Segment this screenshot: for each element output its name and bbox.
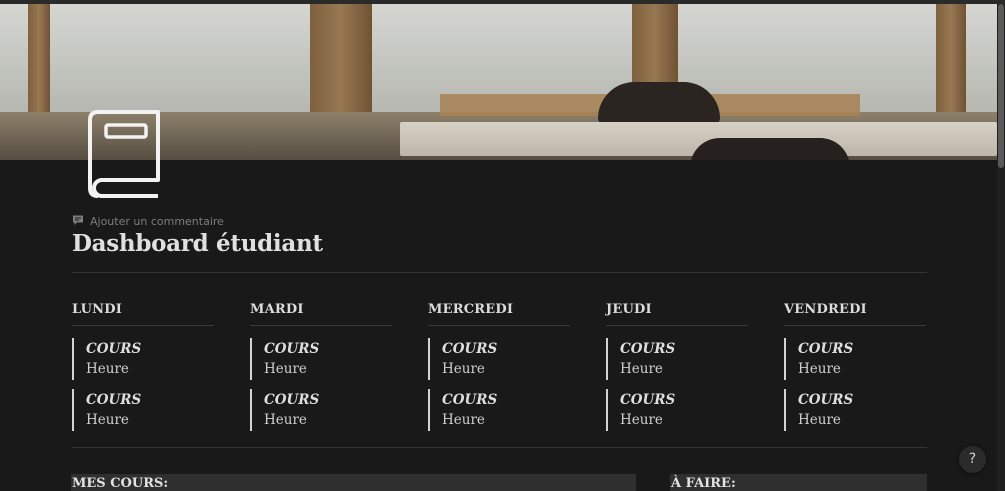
course-name: COURS xyxy=(620,392,676,408)
course-time: Heure xyxy=(620,361,663,377)
day-heading: MARDI xyxy=(250,296,392,326)
day-column-vendredi: VENDREDI COURS Heure COURS Heure xyxy=(784,296,926,431)
day-column-jeudi: JEUDI COURS Heure COURS Heure xyxy=(606,296,748,431)
book-icon[interactable] xyxy=(86,108,164,198)
add-comment-button[interactable]: Ajouter un commentaire xyxy=(72,213,224,229)
course-name: COURS xyxy=(86,392,142,408)
course-name: COURS xyxy=(798,392,854,408)
course-slot[interactable]: COURS Heure xyxy=(72,338,214,380)
title-divider xyxy=(72,272,927,273)
page-title[interactable]: Dashboard étudiant xyxy=(72,230,323,257)
course-name: COURS xyxy=(264,341,320,357)
day-heading: JEUDI xyxy=(606,296,748,326)
course-time: Heure xyxy=(620,412,663,428)
course-slot[interactable]: COURS Heure xyxy=(606,389,748,431)
todo-heading[interactable]: À FAIRE: xyxy=(670,474,927,491)
course-name: COURS xyxy=(86,341,142,357)
course-time: Heure xyxy=(798,412,841,428)
course-slot[interactable]: COURS Heure xyxy=(606,338,748,380)
course-name: COURS xyxy=(264,392,320,408)
schedule-divider xyxy=(72,447,927,448)
course-slot[interactable]: COURS Heure xyxy=(428,389,570,431)
course-time: Heure xyxy=(264,412,307,428)
course-slot[interactable]: COURS Heure xyxy=(784,338,926,380)
day-column-mercredi: MERCREDI COURS Heure COURS Heure xyxy=(428,296,570,431)
my-courses-heading[interactable]: MES COURS: xyxy=(71,474,636,491)
day-column-mardi: MARDI COURS Heure COURS Heure xyxy=(250,296,392,431)
day-heading: LUNDI xyxy=(72,296,214,326)
course-slot[interactable]: COURS Heure xyxy=(784,389,926,431)
course-time: Heure xyxy=(86,412,129,428)
course-time: Heure xyxy=(798,361,841,377)
course-name: COURS xyxy=(620,341,676,357)
scrollbar-thumb[interactable] xyxy=(998,4,1004,168)
help-button[interactable]: ? xyxy=(959,446,986,473)
course-time: Heure xyxy=(86,361,129,377)
weekly-schedule: LUNDI COURS Heure COURS Heure MARDI COUR… xyxy=(72,296,928,436)
course-slot[interactable]: COURS Heure xyxy=(428,338,570,380)
course-name: COURS xyxy=(442,341,498,357)
course-time: Heure xyxy=(442,412,485,428)
course-slot[interactable]: COURS Heure xyxy=(72,389,214,431)
day-column-lundi: LUNDI COURS Heure COURS Heure xyxy=(72,296,214,431)
add-comment-label: Ajouter un commentaire xyxy=(90,214,224,228)
course-time: Heure xyxy=(442,361,485,377)
course-slot[interactable]: COURS Heure xyxy=(250,338,392,380)
course-time: Heure xyxy=(264,361,307,377)
day-heading: MERCREDI xyxy=(428,296,570,326)
course-name: COURS xyxy=(442,392,498,408)
course-slot[interactable]: COURS Heure xyxy=(250,389,392,431)
comment-icon xyxy=(72,214,84,229)
day-heading: VENDREDI xyxy=(784,296,926,326)
course-name: COURS xyxy=(798,341,854,357)
